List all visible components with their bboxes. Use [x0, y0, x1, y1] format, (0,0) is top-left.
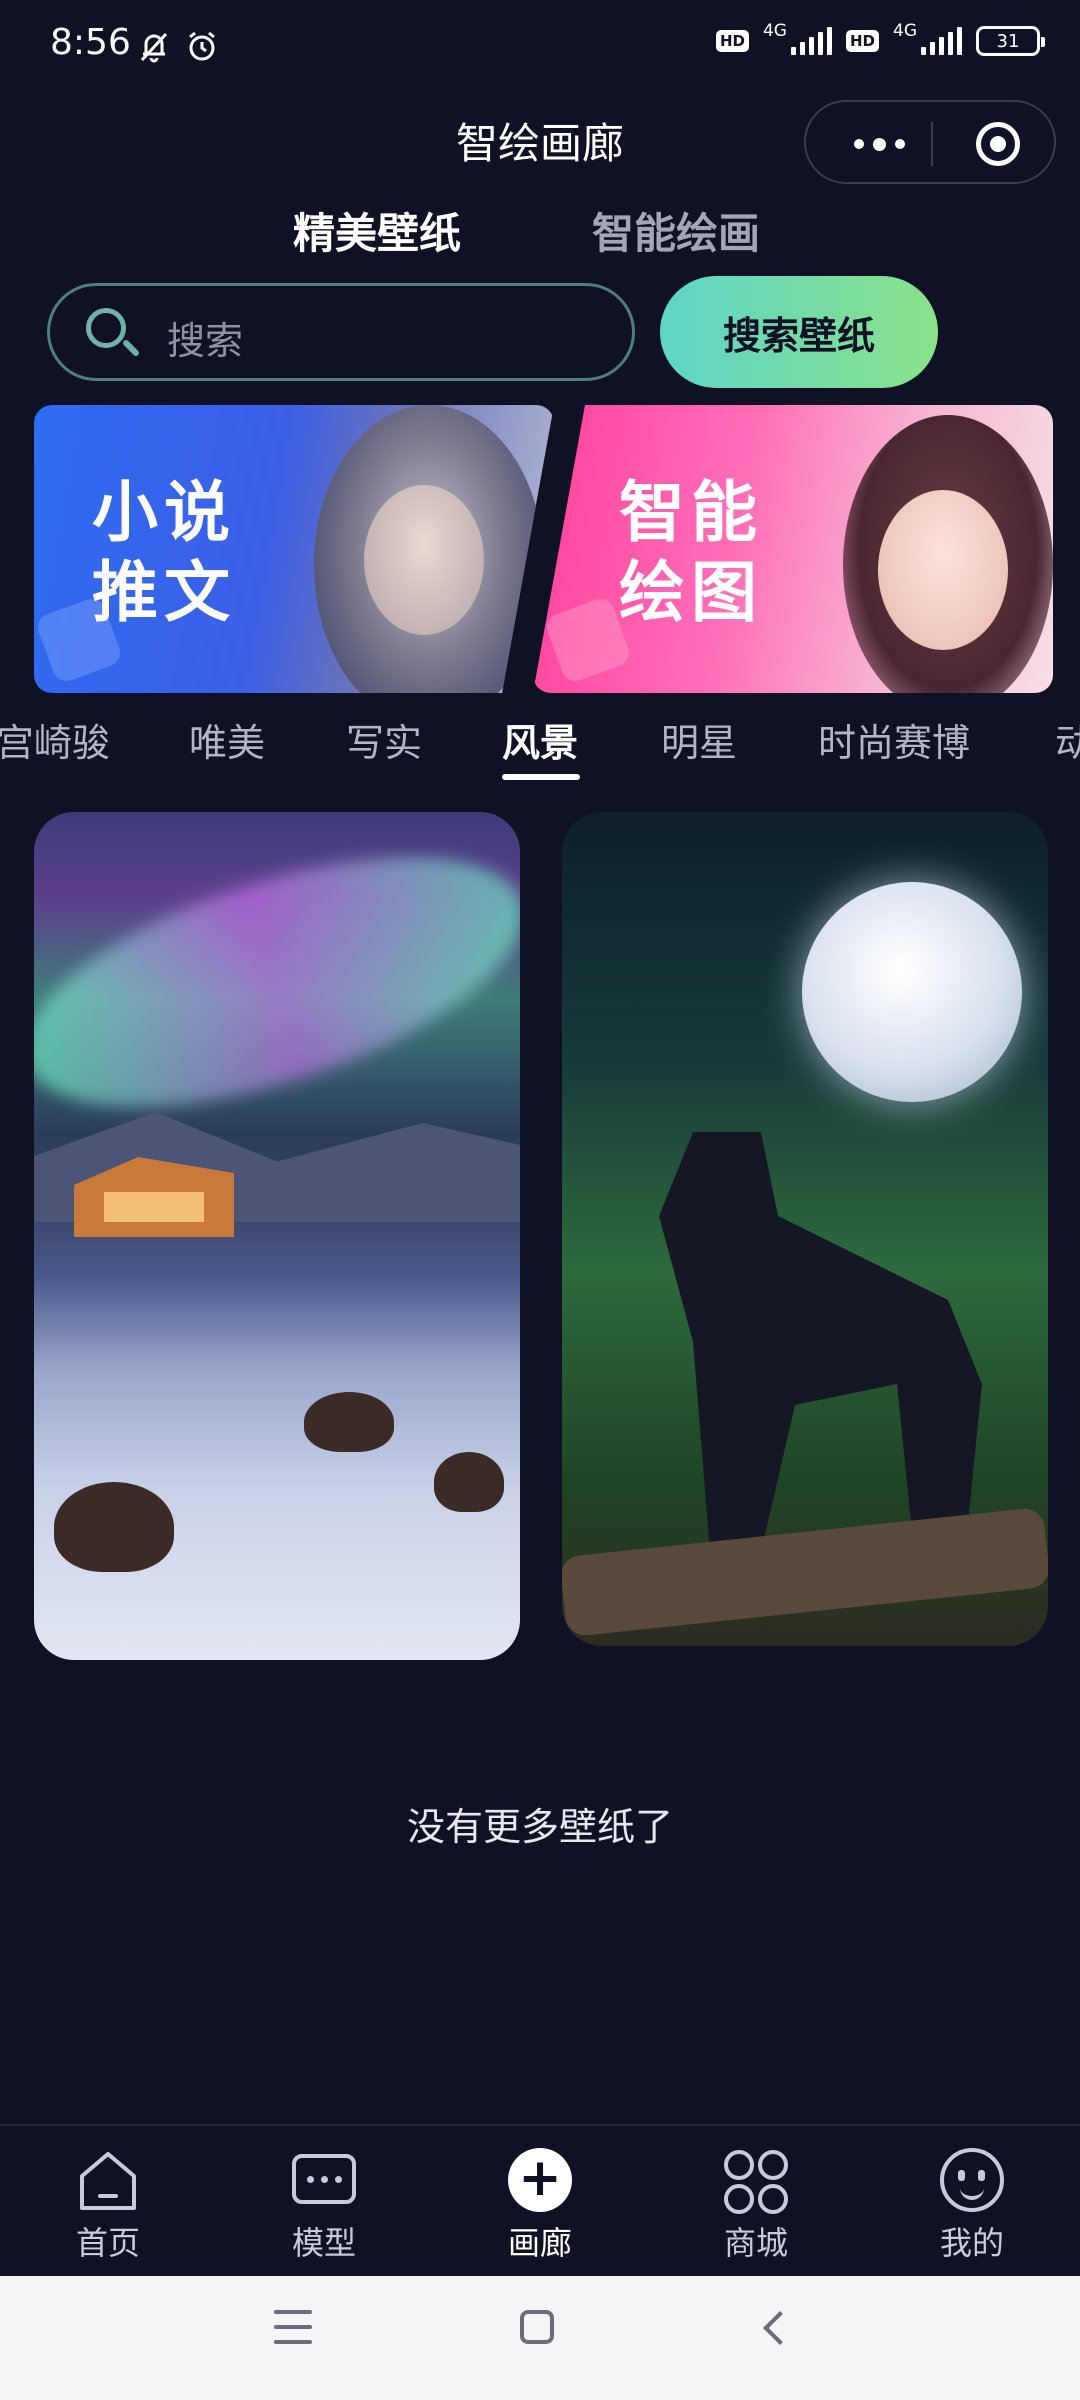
nav-mine[interactable]: 我的	[864, 2126, 1080, 2278]
nav-model-label: 模型	[291, 2224, 356, 2262]
banner-novel-line2: 推文	[92, 554, 236, 631]
nav-mine-label: 我的	[939, 2224, 1004, 2262]
capsule-divider	[931, 122, 933, 166]
banner-draw-text: 智能 绘图	[619, 473, 763, 633]
close-target-icon[interactable]	[976, 122, 1020, 166]
wallpaper-card-aurora[interactable]	[34, 812, 520, 1660]
home-icon	[80, 2152, 136, 2210]
banner-ai-draw[interactable]: 智能 绘图	[533, 405, 1053, 693]
network-type-2: 4G	[893, 21, 917, 41]
banner-draw-line1: 智能	[619, 474, 763, 551]
apps-grid-icon	[724, 2150, 788, 2214]
signal-icon-2	[921, 27, 962, 55]
category-tab-active[interactable]: 风景	[502, 712, 578, 767]
hd-badge: HD	[715, 30, 749, 52]
category-tab[interactable]: 写实	[346, 712, 422, 767]
rock-image	[304, 1392, 394, 1452]
category-tab[interactable]: 时尚赛博	[818, 712, 970, 767]
home-button-icon[interactable]	[520, 2310, 554, 2344]
status-time: 8:56	[50, 22, 131, 63]
category-tabs: 宫崎骏 唯美 写实 风景 明星 时尚赛博 动	[0, 712, 1080, 782]
chat-icon	[292, 2154, 356, 2204]
network-type: 4G	[762, 21, 787, 41]
banner-draw-face	[878, 490, 1008, 650]
nav-shop[interactable]: 商城	[648, 2126, 864, 2278]
category-tab[interactable]: 动	[1055, 712, 1080, 767]
rock-image	[434, 1452, 504, 1512]
battery-icon: 31	[976, 26, 1045, 56]
wallpaper-card-panther[interactable]	[562, 812, 1048, 1646]
smile-face-icon	[940, 2148, 1004, 2212]
miniprogram-capsule	[804, 100, 1056, 184]
more-icon[interactable]	[844, 126, 914, 162]
system-nav-bar	[0, 2276, 1080, 2400]
active-tab-indicator	[502, 774, 580, 780]
category-tab[interactable]: 明星	[661, 712, 737, 767]
plus-icon: +	[508, 2148, 572, 2212]
banner-novel[interactable]: 小说 推文	[34, 405, 554, 693]
tab-ai-draw[interactable]: 智能绘画	[592, 200, 760, 261]
battery-level: 31	[996, 30, 1020, 52]
nav-shop-label: 商城	[723, 2224, 788, 2262]
cabin-light	[104, 1192, 204, 1222]
status-right-cluster: HD 4G HD 4G 31	[715, 21, 1045, 56]
back-icon[interactable]	[763, 2311, 797, 2345]
banner-novel-face	[364, 485, 484, 635]
nav-home-label: 首页	[75, 2224, 140, 2262]
banner-novel-line1: 小说	[92, 474, 236, 551]
no-more-message: 没有更多壁纸了	[406, 1805, 673, 1849]
category-tab[interactable]: 唯美	[189, 712, 265, 767]
banner-novel-text: 小说 推文	[92, 473, 236, 633]
search-icon	[86, 308, 126, 348]
nav-model[interactable]: 模型	[216, 2126, 432, 2278]
moon-image	[802, 882, 1022, 1102]
tab-wallpaper[interactable]: 精美壁纸	[293, 200, 461, 261]
category-tab[interactable]: 宫崎骏	[0, 712, 110, 767]
search-wallpaper-button[interactable]: 搜索壁纸	[660, 276, 938, 388]
bottom-nav: 首页 模型 + 画廊 商城 我的	[0, 2124, 1080, 2276]
banner-draw-line2: 绘图	[619, 554, 763, 631]
hd-badge-2: HD	[845, 30, 879, 52]
recent-apps-icon[interactable]	[274, 2310, 312, 2344]
rock-image	[54, 1482, 174, 1572]
nav-gallery[interactable]: + 画廊	[432, 2126, 648, 2278]
nav-home[interactable]: 首页	[0, 2126, 216, 2278]
alarm-clock-icon	[189, 31, 215, 61]
signal-icon	[790, 27, 832, 55]
search-placeholder: 搜索	[167, 319, 244, 363]
aurora-image	[34, 812, 520, 1158]
log-image	[562, 1506, 1048, 1638]
panther-image	[659, 1132, 982, 1552]
mute-bell-icon	[140, 32, 168, 63]
search-input[interactable]: 搜索	[47, 283, 635, 381]
status-bar: 8:56 HD 4G HD 4G 31	[0, 0, 1080, 92]
nav-gallery-label: 画廊	[507, 2224, 572, 2262]
